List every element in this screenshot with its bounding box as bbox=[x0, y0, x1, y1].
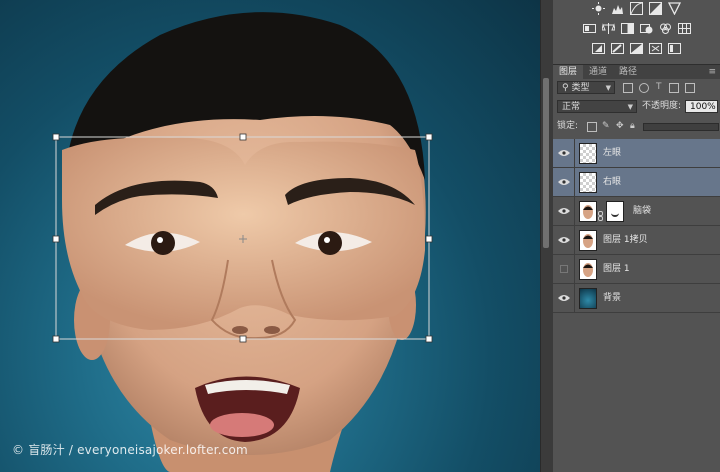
mask-link-icon[interactable] bbox=[598, 206, 603, 221]
filter-type-dropdown[interactable]: ⚲ 类型 ▼ bbox=[557, 81, 615, 94]
threshold-icon[interactable] bbox=[630, 42, 643, 55]
eye-icon bbox=[558, 208, 570, 214]
tab-layers[interactable]: 图层 bbox=[553, 65, 584, 79]
layer-thumbnail bbox=[579, 259, 597, 280]
opacity-input[interactable]: 100% bbox=[685, 100, 718, 113]
invert-icon[interactable] bbox=[592, 42, 605, 55]
layer-row-background[interactable]: 背景 bbox=[553, 284, 720, 313]
panel-tabs: 图层 通道 路径 ≡ bbox=[553, 64, 720, 79]
layer-name[interactable]: 右眼 bbox=[603, 168, 621, 196]
layer-row-layer1-copy[interactable]: 图层 1拷贝 bbox=[553, 226, 720, 255]
blend-mode-dropdown[interactable]: 正常 ▼ bbox=[557, 100, 637, 113]
visibility-toggle[interactable] bbox=[553, 168, 575, 196]
bw-icon[interactable] bbox=[620, 22, 634, 35]
layer-row-layer1[interactable]: 图层 1 bbox=[553, 255, 720, 284]
posterize-icon[interactable] bbox=[611, 42, 624, 55]
levels-icon[interactable] bbox=[611, 2, 624, 15]
layer-thumbnail bbox=[579, 143, 597, 164]
vibrance-icon[interactable] bbox=[582, 22, 596, 35]
layer-row-head[interactable]: 脑袋 bbox=[553, 197, 720, 226]
layer-row-right-eye[interactable]: 右眼 bbox=[553, 168, 720, 197]
lock-move-icon[interactable]: ✥ bbox=[616, 120, 624, 133]
document-canvas[interactable]: © 盲肠汁 / everyoneisajoker.lofter.com bbox=[0, 0, 540, 472]
visibility-toggle[interactable] bbox=[553, 139, 575, 167]
filter-pixel-icon[interactable] bbox=[623, 83, 633, 93]
layers-panel: 图层 通道 路径 ≡ ⚲ 类型 ▼ T 正常 ▼ 不透明度: 100% 锁定: … bbox=[553, 0, 720, 472]
tab-channels[interactable]: 通道 bbox=[583, 65, 613, 79]
layer-name[interactable]: 左眼 bbox=[603, 139, 621, 167]
filter-adjustment-icon[interactable] bbox=[639, 83, 649, 93]
eye-icon bbox=[558, 237, 570, 243]
eye-icon bbox=[558, 150, 570, 156]
layer-thumbnail bbox=[579, 201, 597, 222]
adjustments-row-2 bbox=[553, 22, 720, 42]
lock-transparency-icon[interactable] bbox=[587, 122, 597, 132]
layer-thumbnail bbox=[579, 230, 597, 251]
chevron-down-icon: ▼ bbox=[627, 103, 633, 111]
layer-mask-thumbnail[interactable] bbox=[606, 201, 624, 222]
curves-icon[interactable] bbox=[630, 2, 643, 15]
visibility-toggle[interactable] bbox=[553, 255, 575, 283]
gradient-triangle-icon[interactable] bbox=[668, 2, 681, 15]
layer-filter-row: ⚲ 类型 ▼ T bbox=[553, 80, 720, 96]
blend-opacity-row: 正常 ▼ 不透明度: 100% bbox=[553, 99, 720, 115]
balance-icon[interactable] bbox=[601, 22, 615, 35]
visibility-toggle[interactable] bbox=[553, 284, 575, 312]
eye-icon bbox=[558, 295, 570, 301]
filter-type-label: 类型 bbox=[571, 83, 590, 93]
color-lookup-icon[interactable] bbox=[677, 22, 691, 35]
brightness-icon[interactable] bbox=[592, 2, 605, 15]
blend-mode-value: 正常 bbox=[562, 102, 581, 112]
opacity-label: 不透明度: bbox=[642, 101, 682, 111]
lock-all-icon[interactable]: 🔒︎ bbox=[630, 120, 635, 133]
canvas-scrollbar-thumb[interactable] bbox=[543, 78, 549, 248]
selective-color-icon[interactable] bbox=[649, 42, 662, 55]
chevron-down-icon: ▼ bbox=[605, 84, 611, 92]
adjustments-row-1 bbox=[553, 2, 720, 22]
layer-row-left-eye[interactable]: 左眼 bbox=[553, 139, 720, 168]
layer-thumbnail bbox=[579, 172, 597, 193]
lock-row: 锁定: ✎ ✥ 🔒︎ bbox=[553, 119, 720, 135]
filter-text-icon[interactable]: T bbox=[656, 81, 662, 94]
eye-icon bbox=[558, 179, 570, 185]
tab-paths[interactable]: 路径 bbox=[613, 65, 643, 79]
visibility-toggle[interactable] bbox=[553, 226, 575, 254]
visibility-toggle[interactable] bbox=[553, 197, 575, 225]
layer-name[interactable]: 图层 1拷贝 bbox=[603, 226, 648, 254]
lock-paint-icon[interactable]: ✎ bbox=[602, 120, 610, 133]
photo-artwork bbox=[52, 12, 433, 472]
adjustments-row-3 bbox=[553, 42, 720, 62]
channel-mixer-icon[interactable] bbox=[659, 22, 672, 35]
exposure-icon[interactable] bbox=[649, 2, 662, 15]
fill-slider[interactable] bbox=[643, 123, 719, 131]
filter-shape-icon[interactable] bbox=[669, 83, 679, 93]
layer-name[interactable]: 图层 1 bbox=[603, 255, 630, 283]
search-icon: ⚲ bbox=[562, 83, 569, 93]
photo-filter-icon[interactable] bbox=[639, 22, 653, 35]
filter-smartobject-icon[interactable] bbox=[685, 83, 695, 93]
panel-menu-icon[interactable]: ≡ bbox=[708, 65, 716, 79]
lock-label: 锁定: bbox=[557, 121, 579, 131]
layer-name[interactable]: 脑袋 bbox=[633, 197, 651, 225]
layer-name[interactable]: 背景 bbox=[603, 284, 621, 312]
layer-thumbnail bbox=[579, 288, 597, 309]
watermark-text: © 盲肠汁 / everyoneisajoker.lofter.com bbox=[12, 443, 248, 457]
gradient-map-icon[interactable] bbox=[668, 42, 681, 55]
